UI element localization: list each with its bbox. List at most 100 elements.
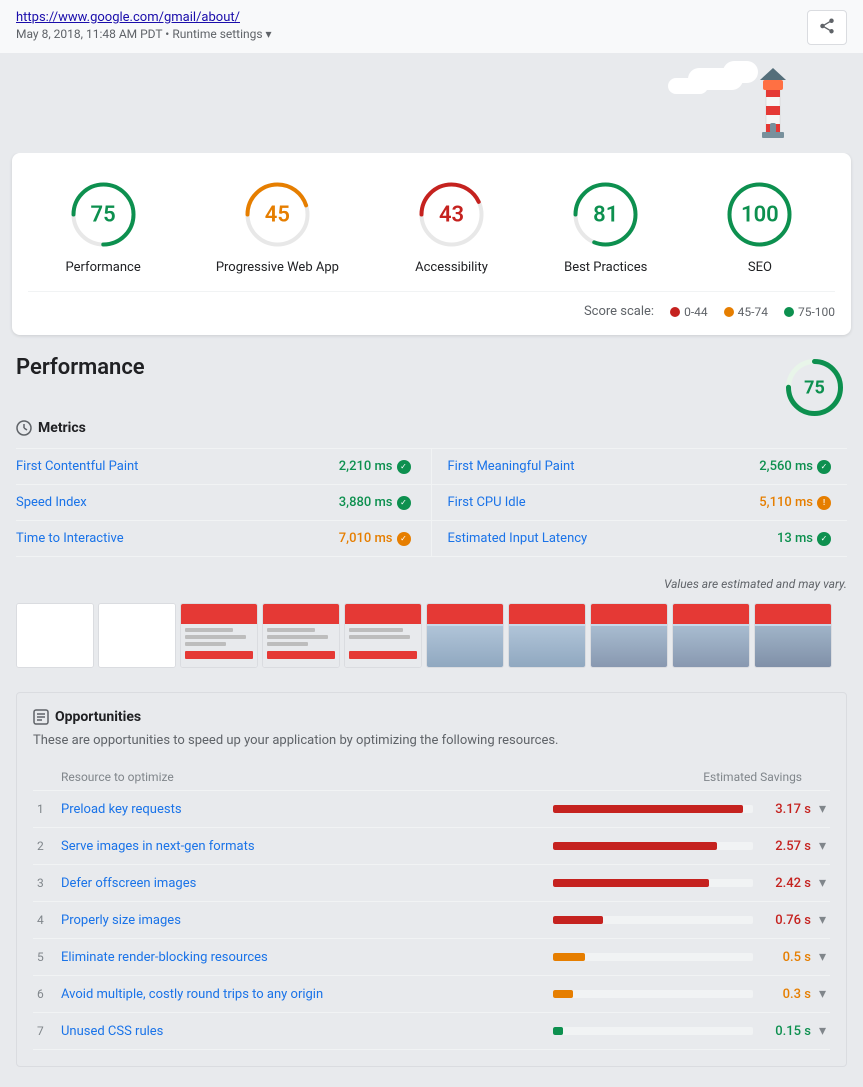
runtime-settings-link[interactable]: Runtime settings (172, 27, 262, 41)
score-number: 100 (741, 202, 779, 227)
score-item-progressive-web-app[interactable]: 45 Progressive Web App (216, 177, 339, 275)
opp-bar-container (553, 953, 753, 961)
metric-name[interactable]: First CPU Idle (448, 495, 526, 510)
opp-savings: 3.17 s (761, 802, 811, 817)
performance-score-circle: 75 (782, 355, 847, 420)
opp-name: Serve images in next-gen formats (61, 839, 545, 854)
opp-bar (553, 805, 743, 813)
filmstrip-frame-2 (98, 603, 176, 668)
score-item-best-practices[interactable]: 81 Best Practices (564, 177, 647, 275)
filmstrip-frame-1 (16, 603, 94, 668)
filmstrip-frame-4 (262, 603, 340, 668)
scale-orange: 45-74 (724, 305, 768, 319)
metric-value: 5,110 ms ! (759, 495, 831, 510)
metric-row: First Contentful Paint 2,210 ms ✓ (16, 449, 432, 485)
chevron-down-icon[interactable]: ▾ (819, 875, 826, 891)
scale-green-label: 75-100 (798, 305, 835, 319)
col-resource: Resource to optimize (61, 770, 174, 784)
opp-bar-container (553, 1027, 753, 1035)
status-dot-green: ✓ (397, 496, 411, 510)
metric-name[interactable]: Estimated Input Latency (448, 531, 588, 546)
metric-value: 2,210 ms ✓ (339, 459, 411, 474)
opp-name: Eliminate render-blocking resources (61, 950, 545, 965)
opp-bar (553, 1027, 563, 1035)
opp-savings: 0.5 s (761, 950, 811, 965)
metric-value: 7,010 ms ✓ (339, 531, 411, 546)
score-label: Progressive Web App (216, 260, 339, 275)
score-circle: 43 (414, 177, 489, 252)
opp-num: 6 (37, 987, 53, 1001)
metrics-section: Metrics First Contentful Paint 2,210 ms … (16, 420, 847, 557)
audit-date: May 8, 2018, 11:48 AM PDT • Runtime sett… (16, 27, 272, 41)
opp-savings: 2.42 s (761, 876, 811, 891)
opp-bar (553, 916, 603, 924)
score-circle: 45 (240, 177, 315, 252)
score-item-seo[interactable]: 100 SEO (722, 177, 797, 275)
metric-row: First CPU Idle 5,110 ms ! (432, 485, 848, 521)
metric-row: First Meaningful Paint 2,560 ms ✓ (432, 449, 848, 485)
opportunity-row[interactable]: 5 Eliminate render-blocking resources 0.… (33, 939, 830, 976)
opportunity-row[interactable]: 2 Serve images in next-gen formats 2.57 … (33, 828, 830, 865)
opportunity-row[interactable]: 1 Preload key requests 3.17 s ▾ (33, 791, 830, 828)
opp-num: 3 (37, 876, 53, 890)
scale-red: 0-44 (670, 305, 708, 319)
opp-bar (553, 842, 717, 850)
metric-name[interactable]: First Meaningful Paint (448, 459, 575, 474)
opp-bar-container (553, 805, 753, 813)
opp-num: 4 (37, 913, 53, 927)
scores-card: 75 Performance 45 Progressive Web App 43… (12, 153, 851, 335)
header: https://www.google.com/gmail/about/ May … (0, 0, 863, 53)
opportunity-row[interactable]: 3 Defer offscreen images 2.42 s ▾ (33, 865, 830, 902)
opp-savings: 2.57 s (761, 839, 811, 854)
filmstrip-frame-6 (426, 603, 504, 668)
score-item-performance[interactable]: 75 Performance (66, 177, 141, 275)
performance-title: Performance (16, 355, 145, 380)
chevron-down-icon[interactable]: ▾ (819, 1023, 826, 1039)
opp-bar (553, 879, 709, 887)
opp-name: Preload key requests (61, 802, 545, 817)
filmstrip-frame-10 (754, 603, 832, 668)
opp-name: Unused CSS rules (61, 1024, 545, 1039)
score-number: 81 (593, 202, 618, 227)
score-label: Best Practices (564, 260, 647, 275)
opportunities-section: Opportunities These are opportunities to… (16, 692, 847, 1067)
score-number: 75 (91, 202, 116, 227)
opp-num: 5 (37, 950, 53, 964)
score-item-accessibility[interactable]: 43 Accessibility (414, 177, 489, 275)
opportunity-row[interactable]: 7 Unused CSS rules 0.15 s ▾ (33, 1013, 830, 1050)
score-label: SEO (748, 260, 772, 275)
metric-name[interactable]: Time to Interactive (16, 531, 124, 546)
metric-name[interactable]: First Contentful Paint (16, 459, 138, 474)
opp-bar-container (553, 879, 753, 887)
opp-bar-container (553, 916, 753, 924)
opp-num: 2 (37, 839, 53, 853)
score-number: 43 (439, 202, 464, 227)
share-button[interactable] (807, 10, 847, 45)
chevron-down-icon[interactable]: ▾ (819, 838, 826, 854)
opp-name: Properly size images (61, 913, 545, 928)
score-scale: Score scale: 0-44 45-74 75-100 (28, 291, 835, 319)
metrics-grid: First Contentful Paint 2,210 ms ✓ First … (16, 448, 847, 557)
chevron-down-icon[interactable]: ▾ (819, 912, 826, 928)
metric-name[interactable]: Speed Index (16, 495, 87, 510)
main-content: Performance 75 Metrics First Contentful … (0, 335, 863, 1087)
opp-name: Avoid multiple, costly round trips to an… (61, 987, 545, 1002)
page-url[interactable]: https://www.google.com/gmail/about/ (16, 10, 272, 25)
filmstrip (16, 603, 847, 672)
opp-num: 7 (37, 1024, 53, 1038)
opportunity-row[interactable]: 4 Properly size images 0.76 s ▾ (33, 902, 830, 939)
performance-section-header: Performance 75 (16, 355, 847, 420)
metric-row: Speed Index 3,880 ms ✓ (16, 485, 432, 521)
chevron-down-icon[interactable]: ▾ (819, 801, 826, 817)
metric-row: Time to Interactive 7,010 ms ✓ (16, 521, 432, 557)
opportunity-row[interactable]: 6 Avoid multiple, costly round trips to … (33, 976, 830, 1013)
opp-num: 1 (37, 802, 53, 816)
cloud-3 (668, 78, 708, 94)
status-dot-orange: ! (817, 496, 831, 510)
filmstrip-frame-5 (344, 603, 422, 668)
metric-value: 3,880 ms ✓ (339, 495, 411, 510)
chevron-down-icon[interactable]: ▾ (819, 949, 826, 965)
opp-bar-container (553, 842, 753, 850)
chevron-down-icon[interactable]: ▾ (819, 986, 826, 1002)
lighthouse-icon (738, 58, 808, 148)
